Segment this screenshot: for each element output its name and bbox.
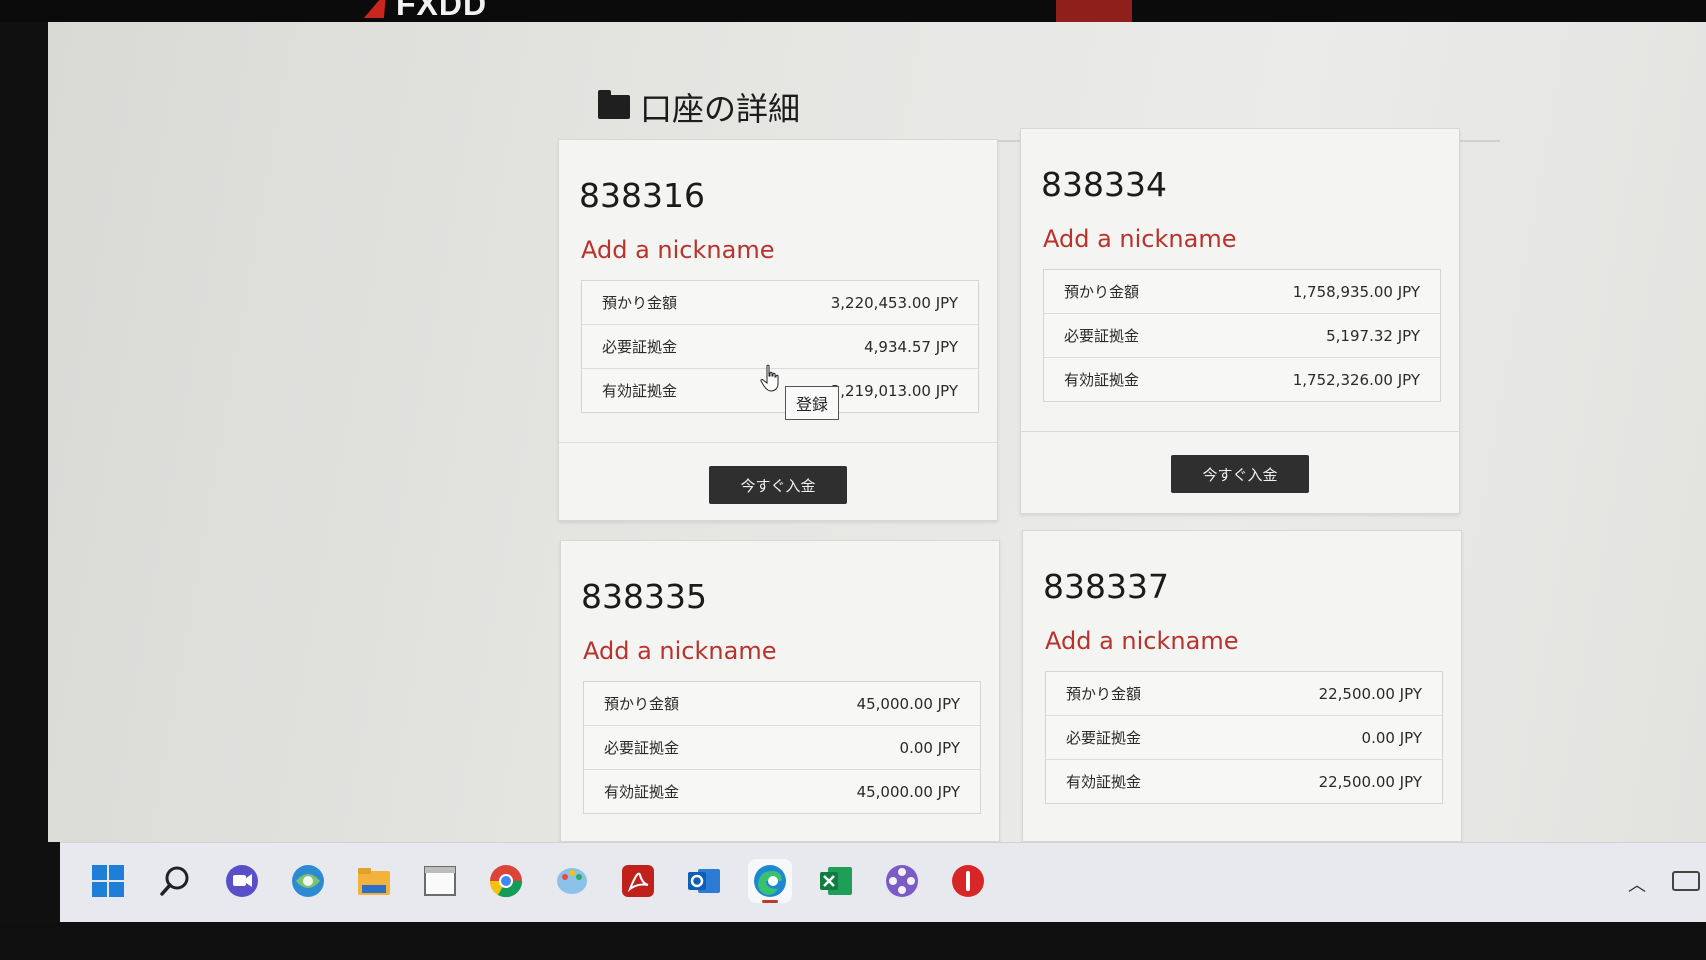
account-card: 838335 Add a nickname 預かり金額 45,000.00 JP… (560, 540, 1000, 842)
fxdd-logo[interactable]: FXDD (363, 0, 488, 23)
account-card: 838316 Add a nickname 預かり金額 3,220,453.00… (558, 139, 998, 521)
table-row: 有効証拠金 45,000.00 JPY (584, 770, 980, 813)
top-header: FXDD (0, 0, 1706, 24)
balance-value: 22,500.00 JPY (1318, 684, 1422, 703)
outlook-icon[interactable] (682, 859, 726, 903)
balance-value: 3,220,453.00 JPY (830, 293, 958, 312)
table-row: 必要証拠金 5,197.32 JPY (1044, 314, 1440, 358)
browser-page: 口座の詳細 838316 Add a nickname 預かり金額 3,220,… (48, 22, 1706, 842)
effective-margin-label: 有効証拠金 (1064, 371, 1140, 389)
chevron-up-icon[interactable]: ︿ (1628, 871, 1646, 897)
meet-icon[interactable] (220, 859, 264, 903)
account-card: 838337 Add a nickname 預かり金額 22,500.00 JP… (1022, 530, 1462, 842)
balance-label: 預かり金額 (1066, 685, 1142, 703)
effective-margin-value: 22,500.00 JPY (1318, 772, 1422, 791)
required-margin-label: 必要証拠金 (604, 739, 680, 757)
account-summary-table: 預かり金額 45,000.00 JPY 必要証拠金 0.00 JPY 有効証拠金… (583, 681, 981, 814)
account-number: 838334 (1041, 165, 1167, 204)
table-row: 必要証拠金 0.00 JPY (1046, 716, 1442, 760)
window-icon[interactable] (418, 859, 462, 903)
table-row: 必要証拠金 4,934.57 JPY (582, 325, 978, 369)
media-icon[interactable] (880, 859, 924, 903)
balance-label: 預かり金額 (602, 294, 678, 312)
chrome-icon[interactable] (484, 859, 528, 903)
account-number: 838335 (581, 577, 707, 616)
search-icon[interactable] (154, 859, 198, 903)
deposit-now-button[interactable]: 今すぐ入金 (709, 466, 847, 504)
paint-icon[interactable] (550, 859, 594, 903)
table-row: 預かり金額 1,758,935.00 JPY (1044, 270, 1440, 314)
header-red-tab[interactable] (1056, 0, 1132, 24)
effective-margin-label: 有効証拠金 (602, 382, 678, 400)
required-margin-value: 4,934.57 JPY (864, 337, 958, 356)
account-summary-table: 預かり金額 1,758,935.00 JPY 必要証拠金 5,197.32 JP… (1043, 269, 1441, 402)
balance-value: 45,000.00 JPY (856, 694, 960, 713)
table-row: 有効証拠金 3,219,013.00 JPY (582, 369, 978, 412)
monitor-bezel (0, 922, 1706, 960)
balance-value: 1,758,935.00 JPY (1292, 282, 1420, 301)
add-nickname-link[interactable]: Add a nickname (1045, 627, 1238, 655)
deposit-now-button[interactable]: 今すぐ入金 (1171, 455, 1309, 493)
add-nickname-link[interactable]: Add a nickname (583, 637, 776, 665)
file-explorer-icon[interactable] (352, 859, 396, 903)
table-row: 預かり金額 45,000.00 JPY (584, 682, 980, 726)
add-nickname-link[interactable]: Add a nickname (1043, 225, 1236, 253)
keyboard-icon[interactable] (1672, 871, 1700, 891)
effective-margin-value: 3,219,013.00 JPY (830, 381, 958, 400)
page-title: 口座の詳細 (598, 84, 800, 130)
logo-text: FXDD (396, 0, 488, 22)
windows-start-icon[interactable] (86, 859, 130, 903)
add-nickname-link[interactable]: Add a nickname (581, 236, 774, 264)
effective-margin-label: 有効証拠金 (604, 783, 680, 801)
page-title-text: 口座の詳細 (640, 90, 801, 128)
required-margin-label: 必要証拠金 (602, 338, 678, 356)
account-number: 838337 (1043, 567, 1169, 606)
card-separator (559, 442, 997, 443)
required-margin-label: 必要証拠金 (1064, 327, 1140, 345)
effective-margin-value: 45,000.00 JPY (856, 782, 960, 801)
table-row: 有効証拠金 22,500.00 JPY (1046, 760, 1442, 803)
folder-icon (598, 90, 630, 119)
account-summary-table: 預かり金額 3,220,453.00 JPY 必要証拠金 4,934.57 JP… (581, 280, 979, 413)
account-summary-table: 預かり金額 22,500.00 JPY 必要証拠金 0.00 JPY 有効証拠金… (1045, 671, 1443, 804)
effective-margin-value: 1,752,326.00 JPY (1292, 370, 1420, 389)
effective-margin-label: 有効証拠金 (1066, 773, 1142, 791)
required-margin-label: 必要証拠金 (1066, 729, 1142, 747)
table-row: 預かり金額 22,500.00 JPY (1046, 672, 1442, 716)
edge-icon[interactable] (748, 859, 792, 903)
hand-cursor-icon (760, 364, 779, 392)
account-card: 838334 Add a nickname 預かり金額 1,758,935.00… (1020, 128, 1460, 514)
card-separator (1021, 431, 1459, 432)
excel-icon[interactable] (814, 859, 858, 903)
table-row: 必要証拠金 0.00 JPY (584, 726, 980, 770)
network-icon[interactable] (286, 859, 330, 903)
windows-taskbar: ︿ (60, 842, 1706, 923)
tooltip-register: 登録 (785, 386, 840, 420)
balance-label: 預かり金額 (1064, 283, 1140, 301)
table-row: 預かり金額 3,220,453.00 JPY (582, 281, 978, 325)
logo-mark-icon (363, 0, 397, 18)
active-indicator (762, 900, 778, 903)
balance-label: 預かり金額 (604, 695, 680, 713)
acrobat-icon[interactable] (616, 859, 660, 903)
required-margin-value: 5,197.32 JPY (1326, 326, 1420, 345)
required-margin-value: 0.00 JPY (899, 738, 960, 757)
required-margin-value: 0.00 JPY (1361, 728, 1422, 747)
power-icon[interactable] (946, 859, 990, 903)
account-number: 838316 (579, 176, 705, 215)
table-row: 有効証拠金 1,752,326.00 JPY (1044, 358, 1440, 401)
